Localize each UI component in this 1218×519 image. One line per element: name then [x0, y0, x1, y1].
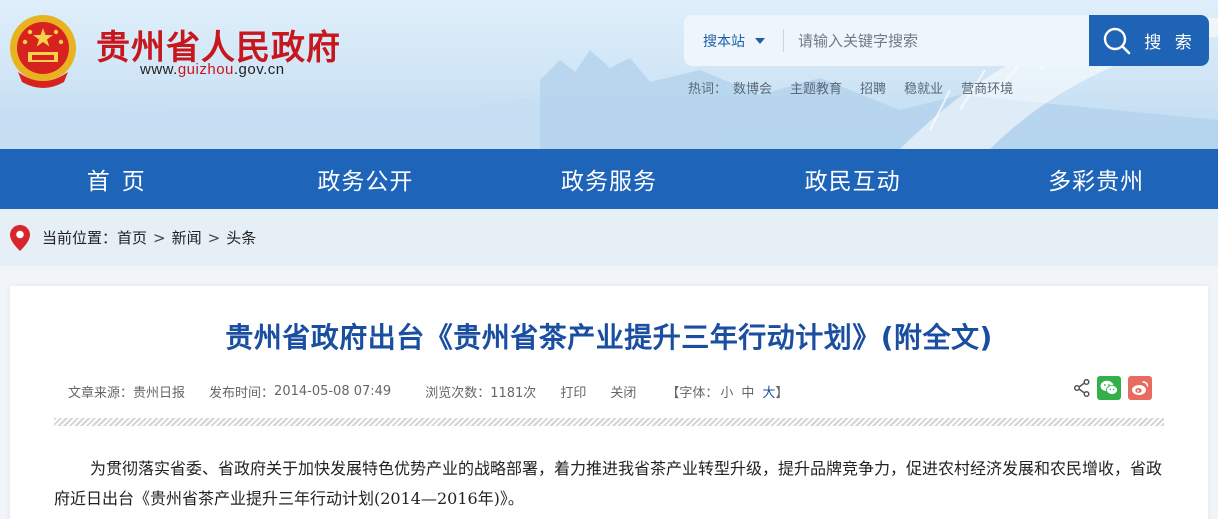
site-url-highlight: guizhou — [177, 61, 234, 78]
close-link[interactable]: 关闭 — [610, 382, 636, 401]
date-value: 2014-05-08 07:49 — [274, 384, 392, 399]
search-scope-label: 搜本站 — [703, 33, 745, 50]
hotwords-label: 热词： — [688, 82, 728, 97]
main-nav: 首页 政务公开 政务服务 政民互动 多彩贵州 — [0, 149, 1218, 209]
print-link[interactable]: 打印 — [560, 382, 586, 401]
nav-item-interaction[interactable]: 政民互动 — [731, 149, 975, 209]
date-label: 发布时间： — [209, 386, 275, 401]
hotword-link[interactable]: 营商环境 — [961, 78, 1013, 97]
weibo-share-button[interactable] — [1128, 376, 1152, 400]
search-button[interactable]: 搜 索 — [1089, 15, 1209, 66]
breadcrumb: 当前位置： 首页 > 新闻 > 头条 — [0, 209, 1218, 266]
font-size-large[interactable]: 大 — [762, 382, 775, 401]
search-scope-dropdown[interactable]: 搜本站 — [684, 15, 784, 66]
hotword-link[interactable]: 主题教育 — [790, 78, 842, 97]
views-value: 1181次 — [490, 386, 537, 401]
article-card: 贵州省政府出台《贵州省茶产业提升三年行动计划》(附全文) 文章来源： 贵州日报 … — [10, 286, 1208, 519]
source-value: 贵州日报 — [133, 386, 186, 401]
caret-down-icon — [755, 37, 765, 44]
search-box: 搜本站 搜 索 — [684, 15, 1209, 66]
search-input[interactable] — [798, 15, 1088, 66]
hotwords-bar: 热词： 数博会 主题教育 招聘 稳就业 营商环境 — [688, 78, 1013, 97]
source-label: 文章来源： — [68, 386, 134, 401]
weibo-icon — [1132, 381, 1149, 395]
hotword-link[interactable]: 招聘 — [860, 78, 886, 97]
wechat-icon — [1100, 380, 1118, 395]
views-label: 浏览次数： — [425, 386, 491, 401]
font-size-medium[interactable]: 中 — [741, 382, 754, 401]
national-emblem-icon[interactable] — [8, 12, 78, 88]
font-size-open: 【字体： — [666, 386, 719, 401]
search-icon — [1104, 27, 1131, 54]
breadcrumb-label: 当前位置： — [42, 229, 118, 247]
site-url-suffix: .gov.cn — [233, 61, 285, 78]
article-title: 贵州省政府出台《贵州省茶产业提升三年行动计划》(附全文) — [225, 321, 993, 354]
breadcrumb-separator: > — [207, 228, 221, 247]
search-scope-divider — [783, 29, 784, 52]
breadcrumb-separator: > — [153, 228, 166, 247]
share-bar — [1074, 376, 1152, 400]
meta-divider — [54, 418, 1164, 426]
article-body-paragraph: 为贯彻落实省委、省政府关于加快发展特色优势产业的战略部署，着力推进我省茶产业转型… — [54, 459, 1163, 508]
font-size-close: 】 — [775, 386, 789, 401]
nav-item-colorful-guizhou[interactable]: 多彩贵州 — [974, 149, 1218, 209]
nav-item-gov-affairs-public[interactable]: 政务公开 — [244, 149, 488, 209]
search-button-label: 搜 索 — [1144, 33, 1196, 53]
nav-item-home[interactable]: 首页 — [0, 149, 244, 209]
share-icon[interactable] — [1074, 379, 1090, 397]
location-pin-icon — [10, 224, 30, 251]
breadcrumb-home[interactable]: 首页 — [117, 227, 147, 248]
font-size-small[interactable]: 小 — [720, 382, 733, 401]
breadcrumb-headlines[interactable]: 头条 — [226, 227, 256, 248]
hotword-link[interactable]: 稳就业 — [904, 78, 943, 97]
site-url-prefix: www. — [140, 61, 178, 78]
site-url[interactable]: www.guizhou.gov.cn — [140, 61, 285, 78]
nav-item-gov-services[interactable]: 政务服务 — [487, 149, 731, 209]
breadcrumb-news[interactable]: 新闻 — [172, 227, 202, 248]
hotword-link[interactable]: 数博会 — [733, 78, 772, 97]
site-header: 贵州省人民政府 www.guizhou.gov.cn 搜本站 搜 索 热词： 数… — [0, 0, 1218, 149]
wechat-share-button[interactable] — [1097, 376, 1121, 400]
article-meta: 文章来源： 贵州日报 发布时间： 2014-05-08 07:49 浏览次数： … — [68, 382, 788, 401]
